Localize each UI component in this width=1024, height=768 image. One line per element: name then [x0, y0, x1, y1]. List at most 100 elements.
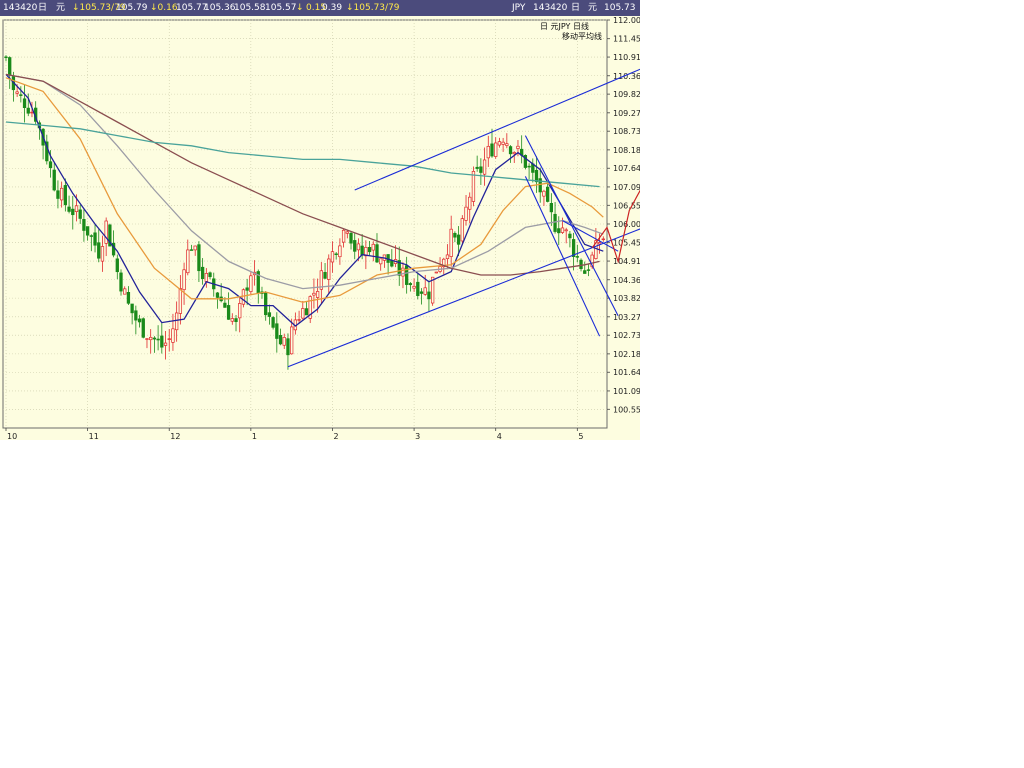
candle-body [182, 269, 186, 291]
y-tick-label: 107.64 [613, 164, 640, 173]
candle-body [264, 292, 268, 316]
candle-body [286, 338, 290, 356]
candle-body [245, 287, 249, 291]
y-tick-label: 103.82 [613, 294, 640, 303]
x-tick-label: 2 [333, 432, 338, 440]
candle-body [542, 190, 546, 197]
candle-body [178, 288, 183, 314]
candle-body [571, 239, 576, 257]
candle-body [338, 245, 342, 258]
candle-body [249, 275, 253, 292]
y-tick-label: 108.73 [613, 127, 640, 136]
header-field: 105.79 [116, 3, 148, 13]
candle-body [583, 270, 587, 274]
candle-body [215, 292, 220, 298]
candle-body [271, 317, 275, 328]
candle-body [208, 272, 212, 278]
candle-body [349, 232, 353, 244]
candle-body [323, 272, 327, 279]
candle-body [22, 98, 27, 109]
header-field-right: 日 [571, 3, 581, 13]
candle-body [579, 259, 583, 270]
candle-body [297, 319, 301, 321]
candle-body [175, 312, 179, 331]
header-field: 105.77 [176, 3, 208, 13]
candle-body [419, 291, 424, 294]
quote-header-bar: 143420 日元 ↓105.73/79 105.79 ↓0.16 105.77 105.3… [0, 0, 640, 16]
y-tick-label: 102.18 [613, 350, 640, 359]
candle-body [130, 303, 134, 314]
candle-body [549, 203, 554, 213]
chart-window: 143420 日元 ↓105.73/79 105.79 ↓0.16 105.77 105.3… [0, 0, 640, 440]
candle-body [482, 159, 487, 175]
candle-body [371, 243, 375, 251]
candle-body [401, 267, 405, 277]
candle-body [353, 240, 357, 252]
candle-body [134, 310, 138, 321]
candle-body [449, 228, 453, 257]
candle-body [123, 288, 127, 295]
x-tick-label: 11 [89, 432, 99, 440]
candle-body [560, 227, 565, 233]
candle-body [423, 287, 427, 295]
y-tick-label: 105.45 [613, 239, 640, 248]
legend-title: 日 元JPY 日线 [540, 21, 589, 31]
candle-body [516, 145, 520, 149]
candle-body [486, 145, 490, 159]
y-tick-label: 104.36 [613, 276, 640, 285]
candle-body [456, 234, 461, 245]
candle-body [367, 247, 372, 253]
candle-body [553, 213, 557, 232]
candle-body [497, 141, 502, 146]
candle-body [494, 142, 498, 157]
candle-body [301, 308, 305, 319]
candle-body [375, 244, 379, 263]
header-field: 143420 [3, 3, 38, 13]
header-field: ↓0.16 [150, 3, 178, 13]
candle-body [278, 335, 283, 345]
candle-body [460, 218, 464, 242]
candle-body [575, 256, 579, 258]
candle-body [334, 253, 338, 255]
candle-body [141, 318, 145, 338]
candle-body [304, 308, 309, 316]
candle-body [223, 302, 227, 308]
candle-body [315, 291, 320, 298]
header-field: 105.36 [204, 3, 236, 13]
candle-body [82, 219, 86, 231]
candle-body [238, 303, 242, 319]
y-tick-label: 112.00 [613, 16, 640, 25]
candle-body [479, 166, 483, 173]
candle-body [534, 169, 539, 183]
header-field: 105.58 [234, 3, 266, 13]
y-tick-label: 101.64 [613, 368, 640, 377]
candle-body [152, 337, 157, 340]
candle-body [490, 143, 494, 157]
candle-body [475, 166, 479, 169]
candle-body [186, 249, 190, 274]
candle-body [312, 292, 316, 296]
candle-body [71, 208, 75, 216]
candle-body [52, 169, 56, 191]
candle-body [104, 220, 108, 244]
candle-body [26, 107, 30, 114]
candle-body [126, 291, 131, 304]
candle-body [505, 143, 509, 146]
candle-body [412, 285, 416, 289]
header-field: 105.57 [265, 3, 297, 13]
candle-body [171, 328, 175, 343]
y-tick-label: 108.18 [613, 146, 640, 155]
x-tick-label: 5 [578, 432, 583, 440]
candle-body [89, 235, 93, 237]
candle-body [56, 190, 60, 199]
y-tick-label: 109.82 [613, 90, 640, 99]
candle-body [30, 111, 34, 114]
candle-body [434, 271, 438, 274]
candle-body [508, 146, 513, 155]
candle-body [149, 336, 153, 341]
candle-body [345, 231, 349, 234]
candlestick-chart[interactable]: 112.00111.45110.91110.36109.82109.27108.… [0, 16, 640, 440]
candle-body [97, 242, 101, 259]
candle-body [200, 266, 205, 279]
x-tick-label: 1 [252, 432, 257, 440]
